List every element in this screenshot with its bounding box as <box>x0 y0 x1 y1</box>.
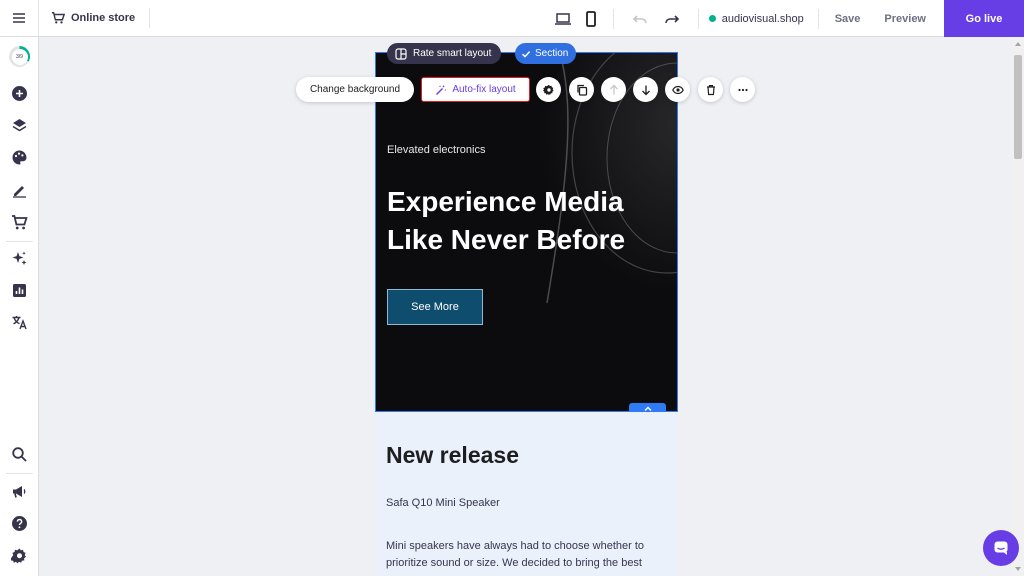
release-title: New release <box>386 442 519 468</box>
release-subtitle: Safa Q10 Mini Speaker <box>386 497 500 509</box>
new-release-section[interactable]: New release Safa Q10 Mini Speaker Mini s… <box>375 412 678 576</box>
mobile-view-button[interactable] <box>579 7 603 31</box>
store-button[interactable] <box>0 210 38 234</box>
preview-button[interactable]: Preview <box>872 13 938 25</box>
check-icon <box>521 50 531 58</box>
chat-icon <box>994 541 1008 555</box>
marketing-button[interactable] <box>0 479 38 503</box>
auto-fix-layout-button[interactable]: Auto-fix layout <box>421 77 530 102</box>
hero-section[interactable]: Elevated electronics Experience Media Li… <box>375 52 678 412</box>
help-button[interactable] <box>0 511 38 535</box>
store-title: Online store <box>71 12 136 24</box>
scroll-up-arrow[interactable] <box>1015 42 1021 46</box>
layers-icon <box>12 118 26 131</box>
layers-button[interactable] <box>0 113 38 137</box>
store-switcher[interactable]: Online store <box>39 8 151 28</box>
undo-button[interactable] <box>628 7 652 31</box>
plus-circle-icon <box>11 85 27 101</box>
layout-icon <box>395 47 407 60</box>
section-settings-button[interactable] <box>536 77 561 102</box>
copy-icon <box>576 84 587 96</box>
chat-button[interactable] <box>983 530 1019 566</box>
canvas-scrollbar[interactable] <box>1012 37 1024 576</box>
setup-progress[interactable]: 3/9 <box>9 46 30 67</box>
redo-button[interactable] <box>660 7 684 31</box>
arrow-up-icon <box>609 84 618 94</box>
settings-button[interactable] <box>0 543 38 567</box>
phone-icon <box>585 10 596 27</box>
magic-wand-icon <box>436 84 447 95</box>
search-button[interactable] <box>0 442 38 466</box>
cart-icon <box>11 214 28 229</box>
translate-button[interactable] <box>0 310 38 334</box>
pen-icon <box>12 185 26 198</box>
megaphone-icon <box>12 485 25 498</box>
trash-icon <box>706 84 715 95</box>
duplicate-button[interactable] <box>569 77 594 102</box>
more-options-button[interactable] <box>730 77 755 102</box>
ai-tools-button[interactable] <box>0 246 38 270</box>
move-down-button[interactable] <box>633 77 658 102</box>
left-sidebar: 3/9 <box>0 37 39 576</box>
divider <box>817 8 819 29</box>
release-body: Mini speakers have always had to choose … <box>386 540 645 569</box>
change-background-button[interactable]: Change background <box>296 77 414 102</box>
scrollbar-thumb[interactable] <box>1014 55 1022 159</box>
save-button[interactable]: Save <box>823 13 873 25</box>
styles-button[interactable] <box>0 145 38 169</box>
cart-icon <box>51 12 65 24</box>
hero-eyebrow: Elevated electronics <box>387 144 486 156</box>
analytics-button[interactable] <box>0 278 38 302</box>
visibility-button[interactable] <box>665 77 690 102</box>
hamburger-icon <box>13 13 25 23</box>
divider <box>6 473 33 474</box>
domain-link[interactable]: audiovisual.shop <box>708 12 804 25</box>
sparkle-icon <box>12 251 26 265</box>
go-live-button[interactable]: Go live <box>944 0 1024 37</box>
help-icon <box>11 515 27 531</box>
laptop-icon <box>554 12 571 25</box>
more-icon <box>737 88 748 91</box>
auto-fix-label: Auto-fix layout <box>452 84 516 95</box>
undo-icon <box>632 14 647 23</box>
divider <box>612 8 614 29</box>
desktop-view-button[interactable] <box>551 7 575 31</box>
status-dot <box>708 15 716 22</box>
gear-icon <box>542 84 554 95</box>
section-badge-label: Section <box>535 48 569 59</box>
palette-icon <box>12 150 26 164</box>
move-up-button[interactable] <box>601 77 626 102</box>
edit-button[interactable] <box>0 178 38 202</box>
scroll-down-arrow[interactable] <box>1015 567 1021 571</box>
translate-icon <box>12 315 27 329</box>
gear-icon <box>10 548 26 563</box>
search-icon <box>11 446 27 462</box>
top-bar: Online store audiovisual.shop Save Previ… <box>0 0 1024 37</box>
chart-icon <box>12 283 26 297</box>
hero-title: Experience Media Like Never Before <box>387 186 626 255</box>
domain-text: audiovisual.shop <box>721 12 804 25</box>
redo-icon <box>664 14 679 23</box>
menu-button[interactable] <box>0 0 39 37</box>
delete-button[interactable] <box>698 77 723 102</box>
add-section-button[interactable] <box>0 81 38 105</box>
see-more-button[interactable]: See More <box>387 289 483 325</box>
section-badge[interactable]: Section <box>515 43 577 64</box>
arrow-down-icon <box>641 85 650 95</box>
progress-label: 3/9 <box>11 48 28 65</box>
rate-smart-layout-badge[interactable]: Rate smart layout <box>387 43 502 64</box>
divider <box>6 241 33 242</box>
eye-icon <box>671 85 684 94</box>
divider <box>697 8 699 29</box>
rate-badge-label: Rate smart layout <box>413 48 492 59</box>
